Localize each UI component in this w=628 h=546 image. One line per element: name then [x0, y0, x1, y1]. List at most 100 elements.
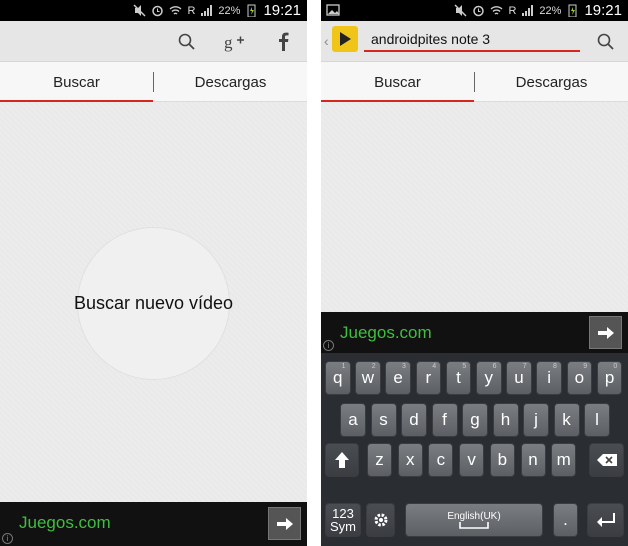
battery-percent: 22%	[218, 4, 241, 17]
search-icon[interactable]	[593, 29, 619, 55]
key-s[interactable]: s	[370, 403, 397, 437]
key-hint: 4	[432, 363, 437, 370]
key-i[interactable]: i8	[536, 361, 562, 395]
app-logo-icon[interactable]	[332, 26, 358, 52]
ad-text: Juegos.com	[340, 323, 432, 342]
search-input[interactable]	[364, 27, 580, 52]
key-g[interactable]: g	[462, 403, 488, 437]
space-key[interactable]: English(UK)	[405, 503, 543, 537]
key-z[interactable]: z	[367, 443, 392, 477]
key-label: e	[393, 368, 403, 387]
status-time: 19:21	[263, 2, 301, 19]
tab-descargas[interactable]: Descargas	[154, 62, 307, 102]
google-plus-icon[interactable]: g	[222, 29, 248, 55]
key-q[interactable]: q1	[325, 361, 351, 395]
key-o[interactable]: o9	[566, 361, 593, 395]
key-a[interactable]: a	[340, 403, 366, 437]
signal-icon	[201, 5, 213, 16]
key-label: y	[484, 368, 494, 387]
battery-charging-icon	[247, 4, 256, 17]
period-key-label: .	[563, 510, 568, 529]
facebook-icon[interactable]	[270, 29, 296, 55]
ad-arrow-button[interactable]	[589, 316, 622, 349]
enter-key[interactable]	[587, 503, 624, 537]
search-icon[interactable]	[174, 29, 200, 55]
signal-label: R	[508, 4, 517, 17]
tab-bar: Buscar Descargas	[321, 62, 628, 103]
key-j[interactable]: j	[523, 403, 549, 437]
key-hint: 2	[371, 363, 376, 370]
key-u[interactable]: u7	[506, 361, 532, 395]
wifi-icon	[490, 6, 503, 15]
key-l[interactable]: l	[584, 403, 610, 437]
key-label: b	[497, 450, 508, 469]
ad-banner[interactable]: Juegos.com i	[0, 502, 307, 546]
action-bar: g	[0, 21, 307, 62]
signal-icon	[522, 5, 534, 16]
key-r[interactable]: r4	[415, 361, 442, 395]
tab-buscar[interactable]: Buscar	[321, 62, 474, 103]
key-label: m	[556, 450, 571, 469]
key-b[interactable]: b	[489, 443, 515, 477]
status-bar: R 22% 19:21	[0, 0, 307, 21]
tab-buscar[interactable]: Buscar	[0, 62, 153, 103]
settings-key[interactable]	[366, 503, 395, 537]
left-screen: R 22% 19:21 g Buscar Descargas Buscar nu…	[0, 0, 307, 546]
key-label: u	[514, 368, 524, 387]
tab-buscar-label: Buscar	[53, 73, 100, 91]
wifi-icon	[169, 6, 182, 15]
key-e[interactable]: e3	[385, 361, 411, 395]
shift-key[interactable]	[325, 443, 359, 477]
status-bar: R 22% 19:21	[321, 0, 628, 21]
key-label: k	[562, 410, 571, 429]
key-w[interactable]: w2	[355, 361, 381, 395]
keyboard: 123 Sym English(UK) . q1w2e3r4t5y6u7i8o9…	[321, 353, 628, 546]
tab-descargas-label: Descargas	[515, 73, 588, 91]
symbols-key[interactable]: 123 Sym	[325, 503, 361, 537]
space-bar-icon	[459, 522, 489, 529]
tab-descargas[interactable]: Descargas	[475, 62, 628, 102]
key-label: v	[467, 450, 476, 469]
key-y[interactable]: y6	[476, 361, 502, 395]
ad-info-icon[interactable]: i	[323, 340, 334, 351]
back-chevron-icon[interactable]: ‹	[324, 33, 329, 49]
key-v[interactable]: v	[459, 443, 485, 477]
shift-arrow-icon	[335, 452, 349, 468]
ad-info-icon[interactable]: i	[2, 533, 13, 544]
key-x[interactable]: x	[397, 443, 423, 477]
key-t[interactable]: t5	[445, 361, 472, 395]
new-search-button[interactable]: Buscar nuevo vídeo	[73, 227, 234, 380]
mute-icon	[454, 4, 467, 17]
key-d[interactable]: d	[401, 403, 427, 437]
key-label: p	[604, 368, 615, 387]
alarm-icon	[152, 5, 164, 17]
key-label: n	[528, 450, 538, 469]
new-search-label: Buscar nuevo vídeo	[73, 293, 234, 313]
symbols-key-bottom: Sym	[330, 519, 356, 534]
gallery-notification-icon	[326, 4, 340, 16]
ad-banner[interactable]: Juegos.com i	[321, 312, 628, 353]
arrow-right-icon	[597, 326, 614, 339]
key-label: j	[534, 410, 538, 429]
period-key[interactable]: .	[553, 503, 578, 537]
signal-label: R	[187, 4, 196, 17]
key-c[interactable]: c	[428, 443, 454, 477]
mute-icon	[133, 4, 146, 17]
tab-bar: Buscar Descargas	[0, 62, 307, 103]
key-label: h	[500, 410, 511, 429]
key-p[interactable]: p0	[596, 361, 623, 395]
battery-charging-icon	[568, 4, 577, 17]
backspace-key[interactable]	[589, 443, 624, 477]
key-label: s	[379, 410, 388, 429]
key-label: a	[348, 410, 358, 429]
right-screen: R 22% 19:21 ‹ Buscar Descargas Juegos.co…	[321, 0, 628, 546]
key-f[interactable]: f	[431, 403, 458, 437]
key-m[interactable]: m	[551, 443, 577, 477]
key-hint: 7	[522, 363, 527, 370]
ad-arrow-button[interactable]	[268, 507, 301, 540]
key-hint: 5	[462, 363, 467, 370]
key-k[interactable]: k	[553, 403, 580, 437]
content-area: Buscar nuevo vídeo	[0, 102, 307, 502]
key-n[interactable]: n	[520, 443, 546, 477]
key-h[interactable]: h	[492, 403, 519, 437]
